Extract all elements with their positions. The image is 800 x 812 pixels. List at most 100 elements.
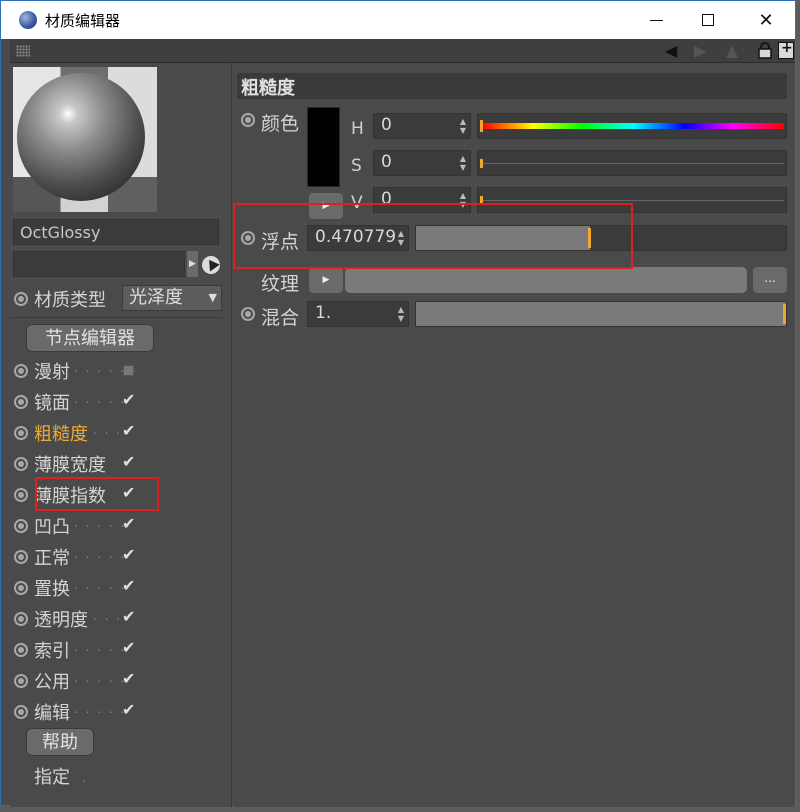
color-swatch[interactable] (307, 107, 340, 187)
forward-arrow-icon[interactable]: ▶ (694, 41, 706, 60)
checkmark-icon[interactable]: ✔ (122, 638, 135, 657)
texture-slot[interactable] (345, 267, 747, 293)
checkbox-unchecked-icon[interactable] (123, 365, 134, 376)
h-label: H (351, 119, 364, 139)
channel-radio-icon[interactable] (14, 612, 28, 626)
material-preview[interactable] (13, 67, 157, 212)
checkmark-icon[interactable]: ✔ (122, 514, 135, 533)
channel-radio-icon[interactable] (14, 395, 28, 409)
minimize-button[interactable] (633, 5, 679, 35)
channel-radio-icon[interactable] (14, 674, 28, 688)
channel-radio-icon[interactable] (14, 581, 28, 595)
close-icon: ✕ (758, 9, 774, 31)
channel-radio-icon[interactable] (14, 426, 28, 440)
channel-item[interactable]: 镜面 . . . . . ✔ (12, 388, 226, 416)
channel-dots: . . . . . (74, 702, 127, 716)
left-panel: OctGlossy ▶ 材质类型 光泽度 ▼ 节点编辑器 漫射. . . . .… (10, 63, 232, 807)
channel-dots: . . . (93, 609, 123, 623)
channel-dots: . . . . . (74, 547, 127, 561)
node-editor-button[interactable]: 节点编辑器 (26, 324, 154, 352)
maximize-button[interactable] (685, 5, 731, 35)
highlight-box-float (233, 203, 633, 269)
checkmark-icon[interactable]: ✔ (122, 452, 135, 471)
spinner-icon[interactable]: ▲ ▼ (398, 305, 404, 323)
channel-label: 编辑 (34, 703, 70, 724)
h-input[interactable]: 0 ▲ ▼ (373, 113, 471, 139)
assign-tab[interactable]: 指定 (34, 763, 70, 789)
back-arrow-icon[interactable]: ◀ (665, 41, 677, 60)
channel-label: 薄膜宽度 (34, 455, 106, 476)
channel-item[interactable]: 漫射. . . . . . (12, 357, 226, 385)
channel-item[interactable]: 粗糙度 . . . ✔ (12, 419, 226, 447)
mix-slider-handle[interactable] (783, 304, 786, 324)
channel-radio-icon[interactable] (14, 488, 28, 502)
hue-gradient (482, 123, 784, 129)
checkmark-icon[interactable]: ✔ (122, 545, 135, 564)
channel-label: 公用 (34, 672, 70, 693)
channel-item[interactable]: 透明度 . . . ✔ (12, 605, 226, 633)
channel-item[interactable]: 薄膜宽度 ✔ (12, 450, 226, 478)
checkmark-icon[interactable]: ✔ (122, 576, 135, 595)
mix-anim-radio-icon[interactable] (241, 307, 255, 321)
up-arrow-icon[interactable]: ▲ (726, 41, 738, 60)
channel-item[interactable]: 正常 . . . . . ✔ (12, 543, 226, 571)
material-type-row: 材质类型 光泽度 ▼ (12, 285, 226, 313)
channel-dots: . . . . . (74, 578, 127, 592)
channel-radio-icon[interactable] (14, 364, 28, 378)
material-name-field[interactable]: OctGlossy (13, 219, 219, 245)
checkmark-icon[interactable]: ✔ (122, 421, 135, 440)
picker-icon[interactable] (202, 256, 220, 274)
checkmark-icon[interactable]: ✔ (122, 390, 135, 409)
channel-radio-icon[interactable] (14, 643, 28, 657)
material-type-select[interactable]: 光泽度 ▼ (122, 285, 222, 311)
checkmark-icon[interactable]: ✔ (122, 700, 135, 719)
animation-radio-icon[interactable] (14, 292, 28, 306)
mix-input[interactable]: 1. ▲ ▼ (307, 301, 409, 327)
saturation-slider[interactable] (477, 150, 787, 176)
toolbar: ◀ ▶ ▲ (10, 39, 795, 63)
new-window-icon[interactable] (778, 40, 794, 59)
checkmark-icon[interactable]: ✔ (122, 607, 135, 626)
channel-label: 正常 (34, 548, 70, 569)
checkmark-icon[interactable]: ✔ (122, 669, 135, 688)
link-arrow-button[interactable]: ▶ (187, 251, 198, 277)
channel-radio-icon[interactable] (14, 550, 28, 564)
hue-slider[interactable] (477, 113, 787, 139)
close-button[interactable]: ✕ (743, 5, 789, 35)
channel-dots: . . . . . (74, 671, 127, 685)
channel-item[interactable]: 置换 . . . . . ✔ (12, 574, 226, 602)
channel-radio-icon[interactable] (14, 457, 28, 471)
material-type-label: 材质类型 (34, 290, 106, 311)
saturation-track (482, 163, 784, 164)
channel-label: 粗糙度 (34, 424, 88, 445)
channel-dots: . . . . . (74, 516, 127, 530)
lock-icon[interactable] (758, 42, 772, 59)
title-bar: 材质编辑器 ✕ (1, 1, 795, 39)
spinner-icon[interactable]: ▲ ▼ (460, 117, 466, 135)
assign-dots: . (82, 771, 86, 785)
texture-expand-button[interactable]: ▶ (309, 267, 343, 293)
mix-value: 1. (315, 303, 332, 323)
mix-slider[interactable] (415, 301, 787, 327)
material-link-field[interactable] (13, 251, 185, 277)
channel-item[interactable]: 编辑 . . . . . ✔ (12, 698, 226, 726)
s-input[interactable]: 0 ▲ ▼ (373, 150, 471, 176)
channel-item[interactable]: 索引 . . . . . ✔ (12, 636, 226, 664)
channel-dots: . . . . . (74, 640, 127, 654)
color-anim-radio-icon[interactable] (241, 113, 255, 127)
roughness-panel: 粗糙度 颜色 H 0 ▲ ▼ S 0 ▲ ▼ ▶ V 0 ▲ ▼ 浮点 0.47… (233, 63, 795, 807)
mix-label: 混合 (261, 307, 300, 329)
spinner-icon[interactable]: ▲ ▼ (460, 154, 466, 172)
hue-handle[interactable] (480, 120, 483, 132)
saturation-handle[interactable] (480, 159, 483, 168)
texture-more-button[interactable]: ... (753, 267, 787, 293)
channel-item[interactable]: 公用 . . . . . ✔ (12, 667, 226, 695)
value-track (482, 200, 784, 201)
channel-item[interactable]: 凹凸 . . . . . ✔ (12, 512, 226, 540)
help-button[interactable]: 帮助 (26, 728, 94, 756)
channel-radio-icon[interactable] (14, 519, 28, 533)
grip-icon[interactable] (16, 45, 30, 57)
preview-sphere (17, 73, 145, 201)
texture-label: 纹理 (261, 273, 300, 295)
channel-radio-icon[interactable] (14, 705, 28, 719)
